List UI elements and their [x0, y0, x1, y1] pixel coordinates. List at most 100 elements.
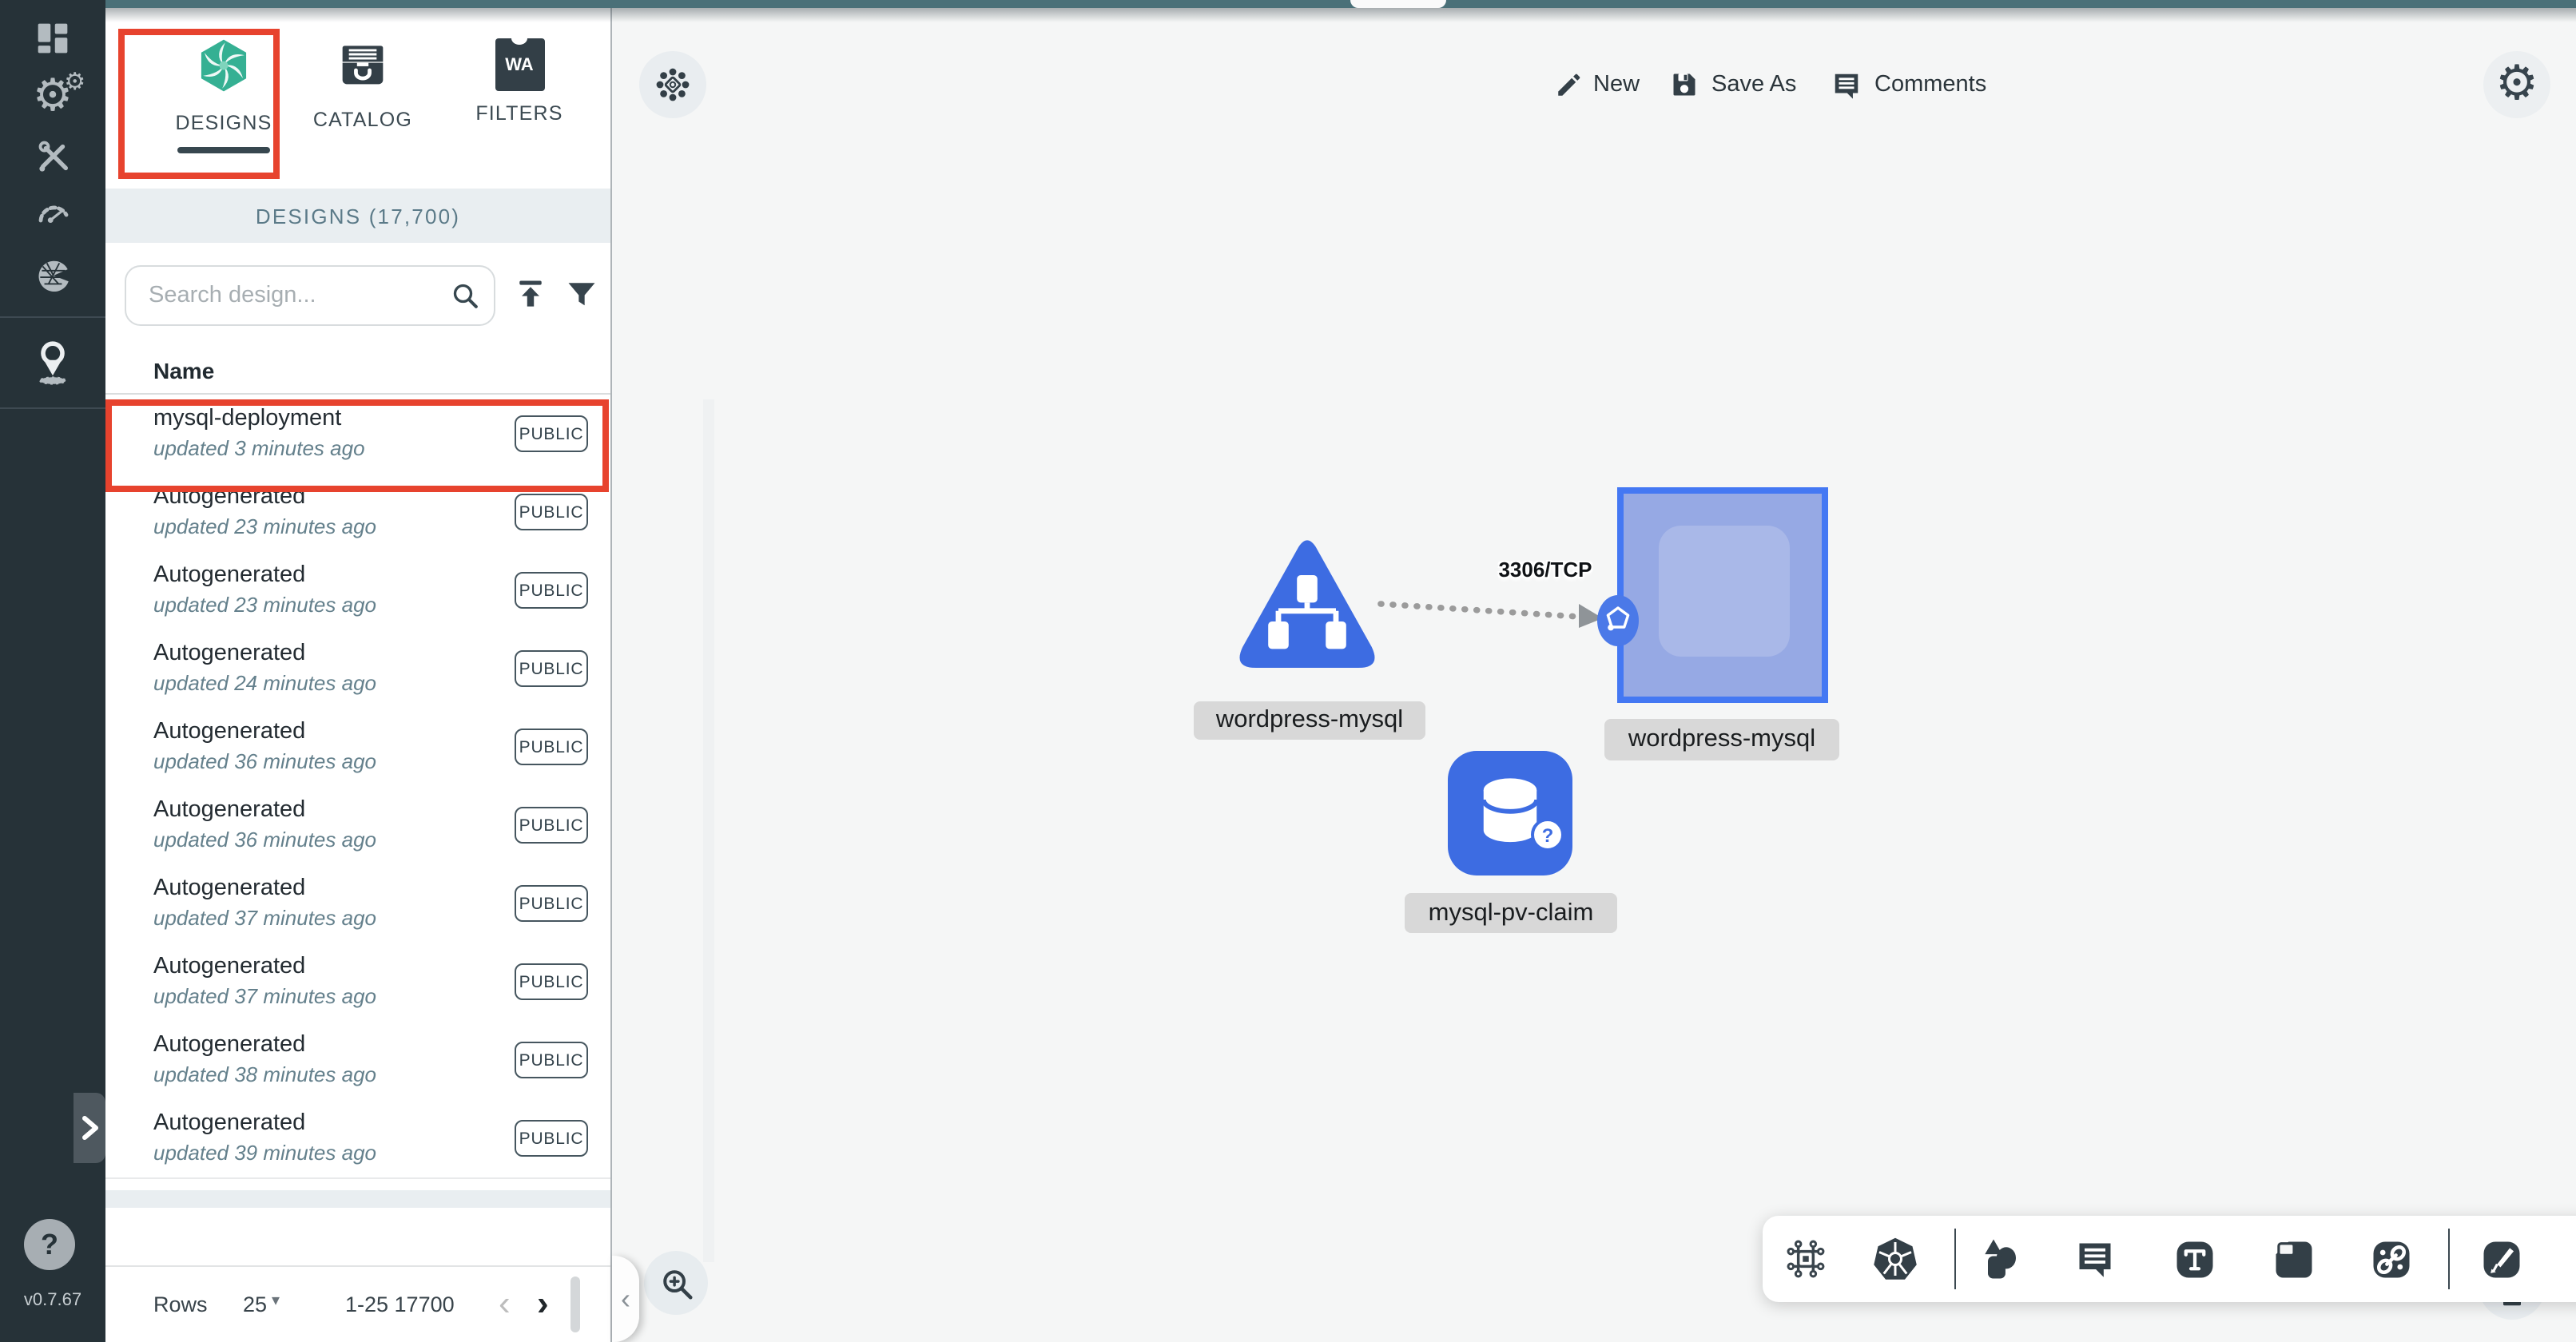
sidebar-item-dashboard[interactable] [0, 10, 105, 67]
sidebar-expand-handle[interactable] [74, 1093, 105, 1163]
chevron-right-icon [81, 1115, 98, 1141]
shapes-icon [1977, 1237, 2021, 1281]
design-row[interactable]: Autogenerated updated 36 minutes ago PUB… [105, 786, 610, 866]
active-tab-indicator [177, 147, 270, 153]
design-name: Autogenerated [153, 484, 305, 510]
page-size-select[interactable]: 25 [243, 1292, 267, 1316]
text-tool[interactable] [2169, 1233, 2220, 1284]
visibility-badge: PUBLIC [515, 963, 588, 1000]
settings-button[interactable]: ⚙ [2483, 51, 2550, 118]
chevron-left-icon: ‹ [621, 1282, 630, 1316]
edge-service-to-deployment[interactable] [1374, 585, 1622, 639]
list-footer-strip [105, 1190, 610, 1208]
pagination-bar: Rows 25 ▾ 1-25 17700 ‹ › [105, 1265, 610, 1342]
save-icon [1670, 70, 1699, 99]
extensions-icon [33, 255, 73, 295]
design-updated: updated 38 minutes ago [153, 1062, 376, 1086]
visibility-badge: PUBLIC [515, 729, 588, 765]
left-navbar: ⚙ ⚙ [0, 0, 105, 1342]
node-pvc[interactable]: ? [1448, 751, 1572, 875]
next-page-button[interactable]: › [537, 1283, 549, 1324]
design-updated: updated 24 minutes ago [153, 671, 376, 695]
list-scrollbar-track[interactable] [703, 399, 714, 1262]
catalog-icon [337, 38, 388, 89]
visibility-badge: PUBLIC [515, 1042, 588, 1078]
top-toolbar-notch[interactable] [1350, 0, 1446, 8]
component-icon [1783, 1237, 1828, 1281]
design-row[interactable]: Autogenerated updated 36 minutes ago PUB… [105, 708, 610, 788]
visibility-badge: PUBLIC [515, 572, 588, 609]
visibility-badge: PUBLIC [515, 415, 588, 452]
zoom-button[interactable] [644, 1251, 708, 1315]
pencil-icon [1555, 71, 1582, 98]
visibility-badge: PUBLIC [515, 807, 588, 844]
version-label: v0.7.67 [0, 1291, 105, 1310]
save-as-button[interactable]: Save As [1670, 61, 1796, 109]
design-updated: updated 23 minutes ago [153, 514, 376, 538]
search-icon[interactable] [449, 280, 481, 312]
panel-collapse-handle[interactable]: ‹ [612, 1256, 639, 1342]
column-header-name: Name [153, 358, 214, 383]
page-size-caret-icon[interactable]: ▾ [272, 1292, 280, 1310]
kubernetes-icon [1871, 1235, 1919, 1283]
design-row[interactable]: Autogenerated updated 23 minutes ago PUB… [105, 473, 610, 553]
design-name: Autogenerated [153, 797, 305, 823]
canvas-tool-dock [1763, 1216, 2576, 1302]
panel-scrollbar-thumb[interactable] [570, 1276, 580, 1332]
sidebar-item-lifecycle[interactable]: ⚙ ⚙ [0, 67, 105, 125]
new-button[interactable]: New [1555, 61, 1640, 109]
link-tool-icon [2369, 1237, 2412, 1280]
design-row[interactable]: Autogenerated updated 37 minutes ago PUB… [105, 943, 610, 1022]
design-row[interactable]: Autogenerated updated 37 minutes ago PUB… [105, 864, 610, 944]
design-row[interactable]: Autogenerated updated 38 minutes ago PUB… [105, 1021, 610, 1101]
visibility-badge: PUBLIC [515, 885, 588, 922]
node-service[interactable] [1234, 537, 1381, 674]
sidebar-item-extensions[interactable] [0, 246, 105, 304]
shapes-tool[interactable] [1974, 1233, 2025, 1284]
pen-tool[interactable] [2475, 1233, 2526, 1284]
filter-list-button[interactable] [556, 268, 607, 320]
top-accent-bar [105, 0, 2576, 8]
environment-button[interactable] [639, 51, 706, 118]
prev-page-button[interactable]: ‹ [499, 1283, 511, 1324]
search-input[interactable] [145, 281, 439, 310]
design-name: Autogenerated [153, 1032, 305, 1058]
question-badge: ? [1531, 818, 1564, 852]
speedometer-icon [34, 195, 72, 233]
design-updated: updated 23 minutes ago [153, 593, 376, 617]
note-tool-icon [2272, 1237, 2315, 1280]
kubernetes-tool[interactable] [1870, 1233, 1921, 1284]
comment-tool[interactable] [2069, 1233, 2121, 1284]
design-row[interactable]: mysql-deployment updated 3 minutes ago P… [105, 395, 610, 474]
design-canvas[interactable]: New Save As Comments Actions ▼ Share [612, 0, 2576, 1342]
tab-filters[interactable]: WA FILTERS [470, 38, 569, 125]
sidebar-item-performance[interactable] [0, 185, 105, 243]
design-row[interactable]: Autogenerated updated 24 minutes ago PUB… [105, 629, 610, 709]
help-button[interactable]: ? [24, 1219, 75, 1270]
design-row[interactable]: Autogenerated updated 23 minutes ago PUB… [105, 551, 610, 631]
visibility-badge: PUBLIC [515, 494, 588, 530]
pen-tool-icon [2479, 1237, 2522, 1280]
meshery-kanvas-app: ⚙ ⚙ [0, 0, 2576, 1342]
node-label-deployment: wordpress-mysql [1604, 719, 1839, 760]
note-tool[interactable] [2268, 1233, 2319, 1284]
sidebar-item-configuration[interactable] [0, 128, 105, 185]
design-updated: updated 36 minutes ago [153, 828, 376, 852]
node-deployment[interactable] [1617, 487, 1828, 703]
link-tool[interactable] [2365, 1233, 2416, 1284]
port-badge[interactable] [1596, 594, 1640, 647]
tab-designs-label: DESIGNS [150, 112, 297, 134]
design-row[interactable]: Autogenerated updated 39 minutes ago PUB… [105, 1099, 610, 1179]
sidebar-item-kanvas[interactable] [0, 316, 105, 409]
design-updated: updated 36 minutes ago [153, 749, 376, 773]
design-search [125, 265, 495, 326]
tab-catalog-label: CATALOG [310, 109, 415, 131]
gears-icon: ⚙ ⚙ [33, 73, 73, 118]
kanvas-pin-icon [32, 339, 74, 387]
tab-catalog[interactable]: CATALOG [310, 38, 415, 131]
comments-button[interactable]: Comments [1831, 61, 1986, 109]
import-design-button[interactable] [505, 268, 556, 320]
tab-designs[interactable]: DESIGNS [150, 29, 297, 153]
components-tool[interactable] [1780, 1233, 1831, 1284]
new-label: New [1593, 72, 1640, 97]
